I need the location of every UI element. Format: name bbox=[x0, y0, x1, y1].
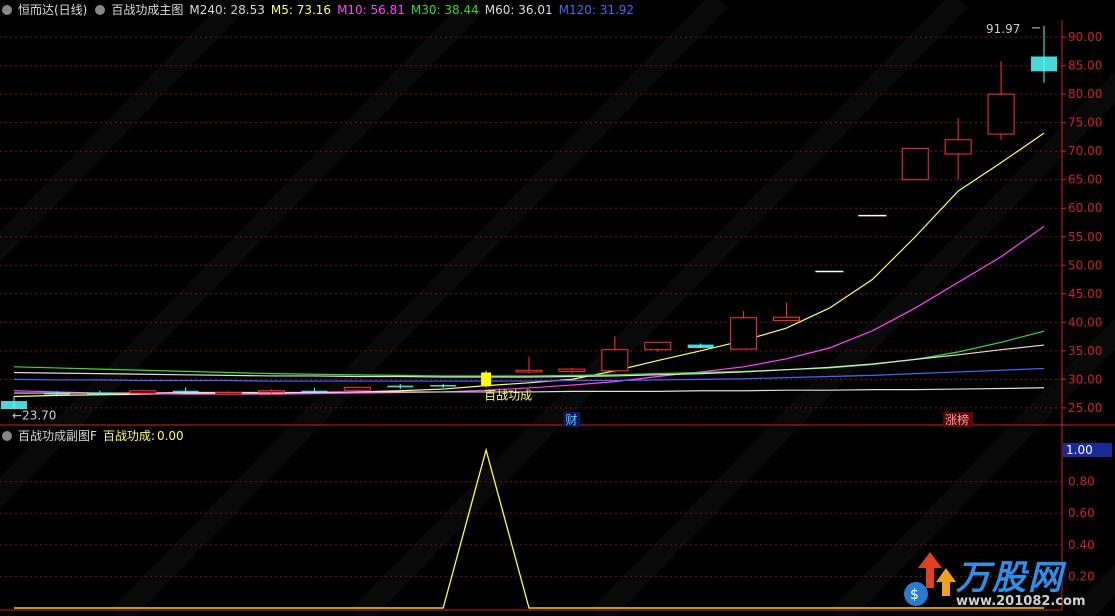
candle-body bbox=[301, 390, 328, 393]
watermark-band bbox=[112, 0, 728, 616]
candle-body bbox=[558, 368, 586, 372]
price-tick-label: 85.00 bbox=[1068, 59, 1102, 73]
candle-body bbox=[987, 93, 1015, 135]
sub-tick-label: 0.80 bbox=[1068, 475, 1095, 489]
brand-site: www.201082.com bbox=[956, 594, 1086, 609]
price-tick-label: 75.00 bbox=[1068, 116, 1102, 130]
candle-body bbox=[515, 369, 543, 373]
candle-body bbox=[430, 385, 457, 387]
svg-text:$: $ bbox=[910, 587, 919, 603]
price-tick-label: 35.00 bbox=[1068, 344, 1102, 358]
price-tick-label: 60.00 bbox=[1068, 201, 1102, 215]
signal-line bbox=[14, 447, 1044, 609]
price-tick-label: 40.00 bbox=[1068, 315, 1102, 329]
event-tag: 涨榜 bbox=[945, 412, 969, 427]
sub-chart[interactable] bbox=[14, 447, 1044, 609]
price-tick-label: 55.00 bbox=[1068, 230, 1102, 244]
candle-body bbox=[730, 317, 758, 350]
candle-body bbox=[1031, 56, 1057, 72]
signal-label: 百战功成 bbox=[484, 388, 532, 402]
candle-body bbox=[43, 393, 70, 395]
price-tick-label: 70.00 bbox=[1068, 144, 1102, 158]
candle-body bbox=[215, 391, 243, 395]
price-tick-label: 25.00 bbox=[1068, 401, 1102, 415]
event-tag: 财 bbox=[565, 413, 577, 427]
candle-body bbox=[687, 344, 714, 348]
price-tick-label: 65.00 bbox=[1068, 173, 1102, 187]
price-tick-label: 90.00 bbox=[1068, 30, 1102, 44]
candle-body bbox=[601, 349, 629, 372]
logo-graphic-icon: $ bbox=[904, 552, 956, 606]
price-tick-label: 80.00 bbox=[1068, 87, 1102, 101]
candle-body bbox=[644, 341, 672, 351]
candle-body bbox=[387, 385, 414, 388]
brand-name: 万股网 bbox=[956, 558, 1064, 598]
candle-body bbox=[129, 390, 157, 394]
candle-body bbox=[944, 139, 972, 155]
price-tick-label: 45.00 bbox=[1068, 287, 1102, 301]
price-tick-label: 50.00 bbox=[1068, 258, 1102, 272]
candle-body bbox=[86, 393, 113, 395]
sub-tick-label: 0.60 bbox=[1068, 506, 1095, 520]
candle-body bbox=[901, 147, 929, 181]
candle-body bbox=[773, 316, 800, 322]
candle-body bbox=[481, 372, 492, 387]
candle-body bbox=[258, 390, 285, 393]
candle-body bbox=[172, 390, 199, 393]
sub-current-value: 1.00 bbox=[1066, 443, 1093, 457]
brand-logo: $ 万股网 www.201082.com bbox=[900, 548, 1090, 614]
price-tick-label: 30.00 bbox=[1068, 372, 1102, 386]
grid-lines bbox=[0, 0, 1115, 616]
high-price-label: 91.97 bbox=[986, 22, 1020, 36]
kline-chart[interactable]: 90.00 85.00 80.00 75.00 70.00 65.00 60.00 55.00… bbox=[0, 0, 1115, 616]
candle-body bbox=[343, 386, 371, 391]
watermark-band bbox=[352, 0, 968, 616]
low-price-label: ←23.70 bbox=[12, 408, 56, 422]
